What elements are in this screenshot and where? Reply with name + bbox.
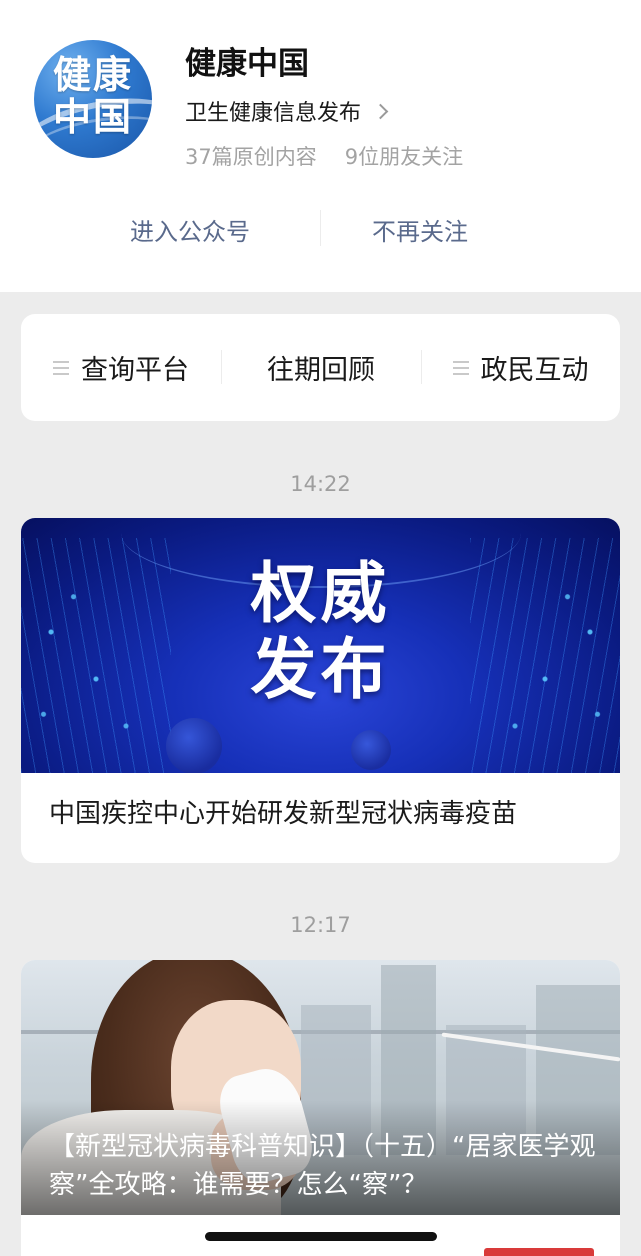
cover-decoration	[166, 718, 222, 773]
account-description-link[interactable]: 卫生健康信息发布	[185, 95, 389, 127]
home-indicator[interactable]	[205, 1232, 437, 1241]
account-description: 卫生健康信息发布	[185, 101, 362, 126]
chevron-right-icon	[372, 103, 389, 119]
cover-headline-line-2: 发布	[250, 631, 391, 708]
article-card[interactable]: 权威 发布 中国疾控中心开始研发新型冠状病毒疫苗	[21, 518, 620, 863]
menu-item-label: 政民互动	[480, 355, 589, 386]
cover-headline-line-1: 权威	[250, 555, 391, 632]
menu-item-label: 查询平台	[81, 355, 189, 386]
menu-item-past-review[interactable]: 往期回顾	[221, 314, 421, 421]
account-menu-bar: 查询平台 往期回顾 政民互动	[21, 314, 620, 421]
article-cover-image: 【新型冠状病毒科普知识】（十五）“居家医学观察”全攻略：谁需要？怎么“察”？	[21, 960, 620, 1215]
account-avatar[interactable]: 健康 中国	[34, 40, 152, 158]
avatar-logo-line-2: 中国	[52, 95, 133, 139]
account-profile-header: 健康 中国 健康中国 卫生健康信息发布 37篇原创内容 9位朋友关注 进入公众号…	[0, 0, 641, 292]
menu-item-label: 往期回顾	[267, 355, 375, 386]
enter-account-button[interactable]: 进入公众号	[130, 212, 250, 247]
menu-item-public-interaction[interactable]: 政民互动	[421, 314, 620, 421]
avatar-logo-text: 健康 中国	[34, 54, 152, 138]
message-timestamp: 14:22	[290, 472, 351, 496]
original-content-count: 37篇原创内容	[185, 145, 317, 169]
article-title: 【新型冠状病毒科普知识】（十五）“居家医学观察”全攻略：谁需要？怎么“察”？	[49, 1132, 596, 1200]
avatar-logo-line-1: 健康	[52, 53, 133, 97]
cover-headline: 权威 发布	[21, 556, 620, 708]
cover-decoration	[351, 730, 391, 770]
cover-red-tag	[484, 1248, 594, 1256]
unfollow-button[interactable]: 不再关注	[372, 212, 468, 247]
submenu-icon	[53, 360, 69, 375]
message-timestamp: 12:17	[290, 913, 351, 937]
article-title: 中国疾控中心开始研发新型冠状病毒疫苗	[49, 799, 518, 829]
action-divider	[320, 210, 321, 246]
account-stats: 37篇原创内容 9位朋友关注	[185, 141, 463, 171]
submenu-icon	[452, 360, 469, 375]
menu-item-query-platform[interactable]: 查询平台	[21, 314, 221, 421]
article-cover-image: 权威 发布	[21, 518, 620, 773]
article-card[interactable]: 【新型冠状病毒科普知识】（十五）“居家医学观察”全攻略：谁需要？怎么“察”？	[21, 960, 620, 1256]
friends-following-count: 9位朋友关注	[344, 145, 464, 169]
account-name: 健康中国	[185, 46, 309, 82]
profile-actions: 进入公众号 不再关注	[0, 200, 641, 256]
